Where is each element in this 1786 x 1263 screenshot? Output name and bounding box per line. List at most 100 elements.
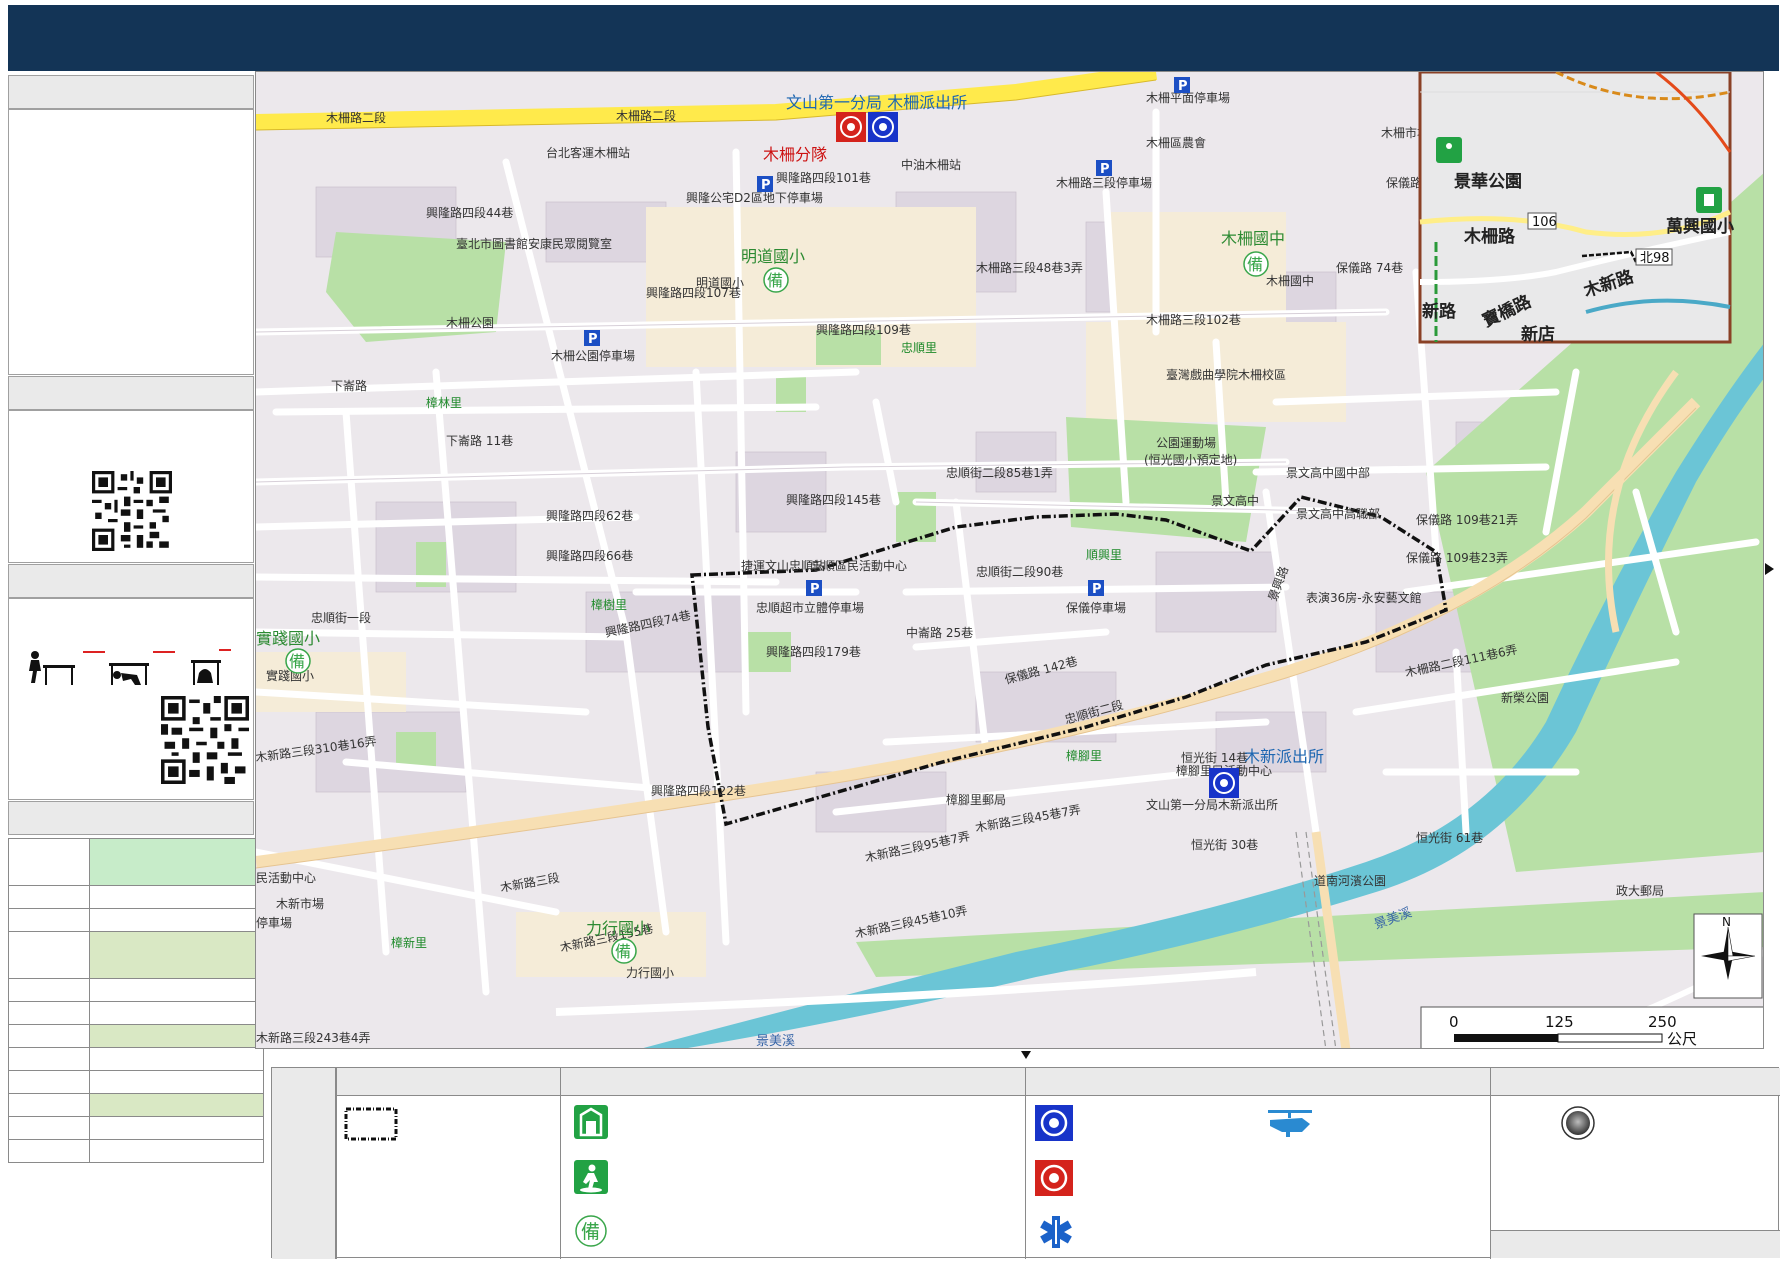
road-label: 恒光街 14巷: [1181, 751, 1248, 765]
table-cell: [8, 838, 90, 886]
fire-station-icon[interactable]: [836, 112, 866, 142]
road-label: 下崙路: [331, 378, 367, 393]
legend-footer-cell: [1491, 1230, 1780, 1258]
police-mucha-label: 文山第一分局 木柵派出所: [786, 93, 967, 112]
village-label: 樟樹里: [591, 597, 627, 612]
svg-text:P: P: [761, 178, 771, 193]
parking-icon[interactable]: P: [1174, 77, 1190, 94]
svg-text:備: 備: [289, 652, 305, 671]
shelter-icon[interactable]: 備: [285, 648, 311, 674]
poi-label: 台北客運木柵站: [546, 145, 630, 160]
legend-column-agencies: [1025, 1068, 1490, 1259]
road-label: 恒光街 61巷: [1416, 831, 1483, 845]
poi-label: (恒光國小預定地): [1144, 452, 1237, 467]
pan-down-arrow[interactable]: [1021, 1051, 1031, 1059]
poi-label: 忠順區民活動中心: [811, 558, 907, 573]
poi-label: 樟腳里郵局: [946, 792, 1006, 807]
road-label: 木柵路二段: [616, 108, 676, 123]
road-label: 木新路三段243巷4弄: [256, 1030, 371, 1045]
scale-tick: 125: [1545, 1013, 1574, 1031]
legend-column-other: [1490, 1068, 1780, 1259]
reserve-shelter-icon: 備: [575, 1215, 607, 1247]
svg-text:備: 備: [767, 271, 783, 290]
fire-legend-icon: [1035, 1160, 1073, 1196]
sidebar-section-header-1: [8, 75, 254, 109]
mucha-jh-label: 木柵國中: [1221, 229, 1285, 248]
inset-locator-map[interactable]: 景華公園 萬興國小 木柵路 106 北98 新店 寶橋路 新路 木新路: [1418, 72, 1734, 345]
poi-label: 木柵路三段停車場: [1056, 175, 1152, 190]
inset-label: 106: [1532, 215, 1557, 230]
map-header-banner: [8, 5, 1779, 71]
scale-tick: 250: [1648, 1013, 1677, 1031]
road-label: 木柵路二段: [326, 110, 386, 125]
sidebar-section-header-2: [8, 376, 254, 410]
svg-text:P: P: [810, 582, 820, 597]
road-label: 保儀路 74巷: [1336, 260, 1403, 275]
poi-label: 新榮公園: [1501, 690, 1549, 705]
gathering-point-icon: [1561, 1106, 1595, 1140]
shelter-capacity-table: [8, 838, 264, 1163]
shelter-icon[interactable]: 備: [763, 267, 789, 293]
poi-label: 政大郵局: [1616, 884, 1664, 898]
road-label: 忠順街二段90巷: [976, 564, 1063, 579]
police-muxin-label: 木新派出所: [1244, 747, 1324, 766]
svg-text:P: P: [1100, 162, 1110, 177]
police-legend-icon: [1035, 1105, 1073, 1141]
village-label: 樟林里: [426, 395, 462, 410]
road-label: 忠順街一段: [311, 610, 371, 625]
poi-label: 力行國小: [626, 966, 674, 980]
earthquake-qr-code-icon[interactable]: [161, 696, 249, 784]
mingdao-school-label: 明道國小: [741, 247, 805, 266]
police-station-icon[interactable]: [868, 112, 898, 142]
poi-label: 景文高中: [1211, 493, 1259, 508]
road-label: 興隆路四段101巷: [776, 170, 871, 185]
svg-text:P: P: [1092, 582, 1102, 597]
parking-icon[interactable]: P: [584, 330, 600, 347]
shelter-icon[interactable]: 備: [1243, 251, 1269, 277]
poi-label: 木柵國中: [1266, 273, 1314, 288]
police-station-icon[interactable]: [1209, 768, 1239, 798]
inset-label: 木柵路: [1463, 226, 1516, 247]
qr-code-icon[interactable]: [92, 471, 172, 551]
poi-label: 表演36房-永安藝文館: [1306, 590, 1422, 605]
road-label: 中崙路 25巷: [906, 625, 973, 640]
evacuation-map[interactable]: 木柵路二段 木柵路二段 興隆路四段101巷 興隆路四段44巷 興隆路四段107巷…: [255, 71, 1764, 1049]
poi-label: 明道國小: [696, 276, 744, 290]
road-label: 木柵路三段102巷: [1146, 312, 1241, 327]
road-label: 恒光街 30巷: [1191, 838, 1258, 852]
road-label: 興隆路四段66巷: [546, 548, 633, 563]
inset-label: 北98: [1640, 251, 1670, 266]
north-label: N: [1722, 915, 1731, 929]
helicopter-legend-icon: [1268, 1110, 1312, 1137]
pan-right-arrow[interactable]: [1765, 563, 1774, 575]
parking-icon[interactable]: P: [1096, 160, 1112, 177]
poi-label: 臺北市圖書館安康民眾閱覽室: [456, 236, 612, 251]
zone-boundary-icon: [344, 1107, 398, 1141]
village-label: 樟新里: [391, 935, 427, 950]
school-shelter-icon: [574, 1105, 608, 1139]
park-shelter-icon: [574, 1160, 608, 1194]
scale-tick: 0: [1449, 1013, 1459, 1031]
svg-text:P: P: [1178, 79, 1188, 94]
poi-label: 木柵公園: [446, 316, 494, 330]
poi-label: 臺灣戲曲學院木柵校區: [1166, 367, 1286, 382]
poi-label: 木柵區農會: [1146, 136, 1206, 150]
road-label: 忠順街二段85巷1弄: [946, 465, 1053, 480]
parking-icon[interactable]: P: [806, 580, 822, 597]
parking-icon[interactable]: P: [1088, 580, 1104, 597]
svg-text:P: P: [588, 332, 598, 347]
fire-mucha-label: 木柵分隊: [763, 145, 827, 164]
poi-label: 道南河濱公園: [1314, 873, 1386, 888]
legend-title-cell: [272, 1068, 336, 1259]
shelter-icon[interactable]: 備: [611, 938, 637, 964]
poi-label: 中油木柵站: [901, 157, 961, 172]
lixing-school-label: 力行國小: [586, 919, 650, 938]
svg-text:備: 備: [1247, 255, 1263, 274]
poi-label: 木新市場: [276, 896, 324, 911]
poi-label: 民活動中心: [256, 870, 316, 885]
village-label: 順興里: [1086, 548, 1122, 562]
parking-icon[interactable]: P: [757, 176, 773, 193]
inset-label: 新店: [1521, 324, 1555, 345]
road-label: 保儀路 109巷21弄: [1416, 512, 1518, 527]
road-label: 木柵路三段48巷3弄: [976, 260, 1083, 275]
